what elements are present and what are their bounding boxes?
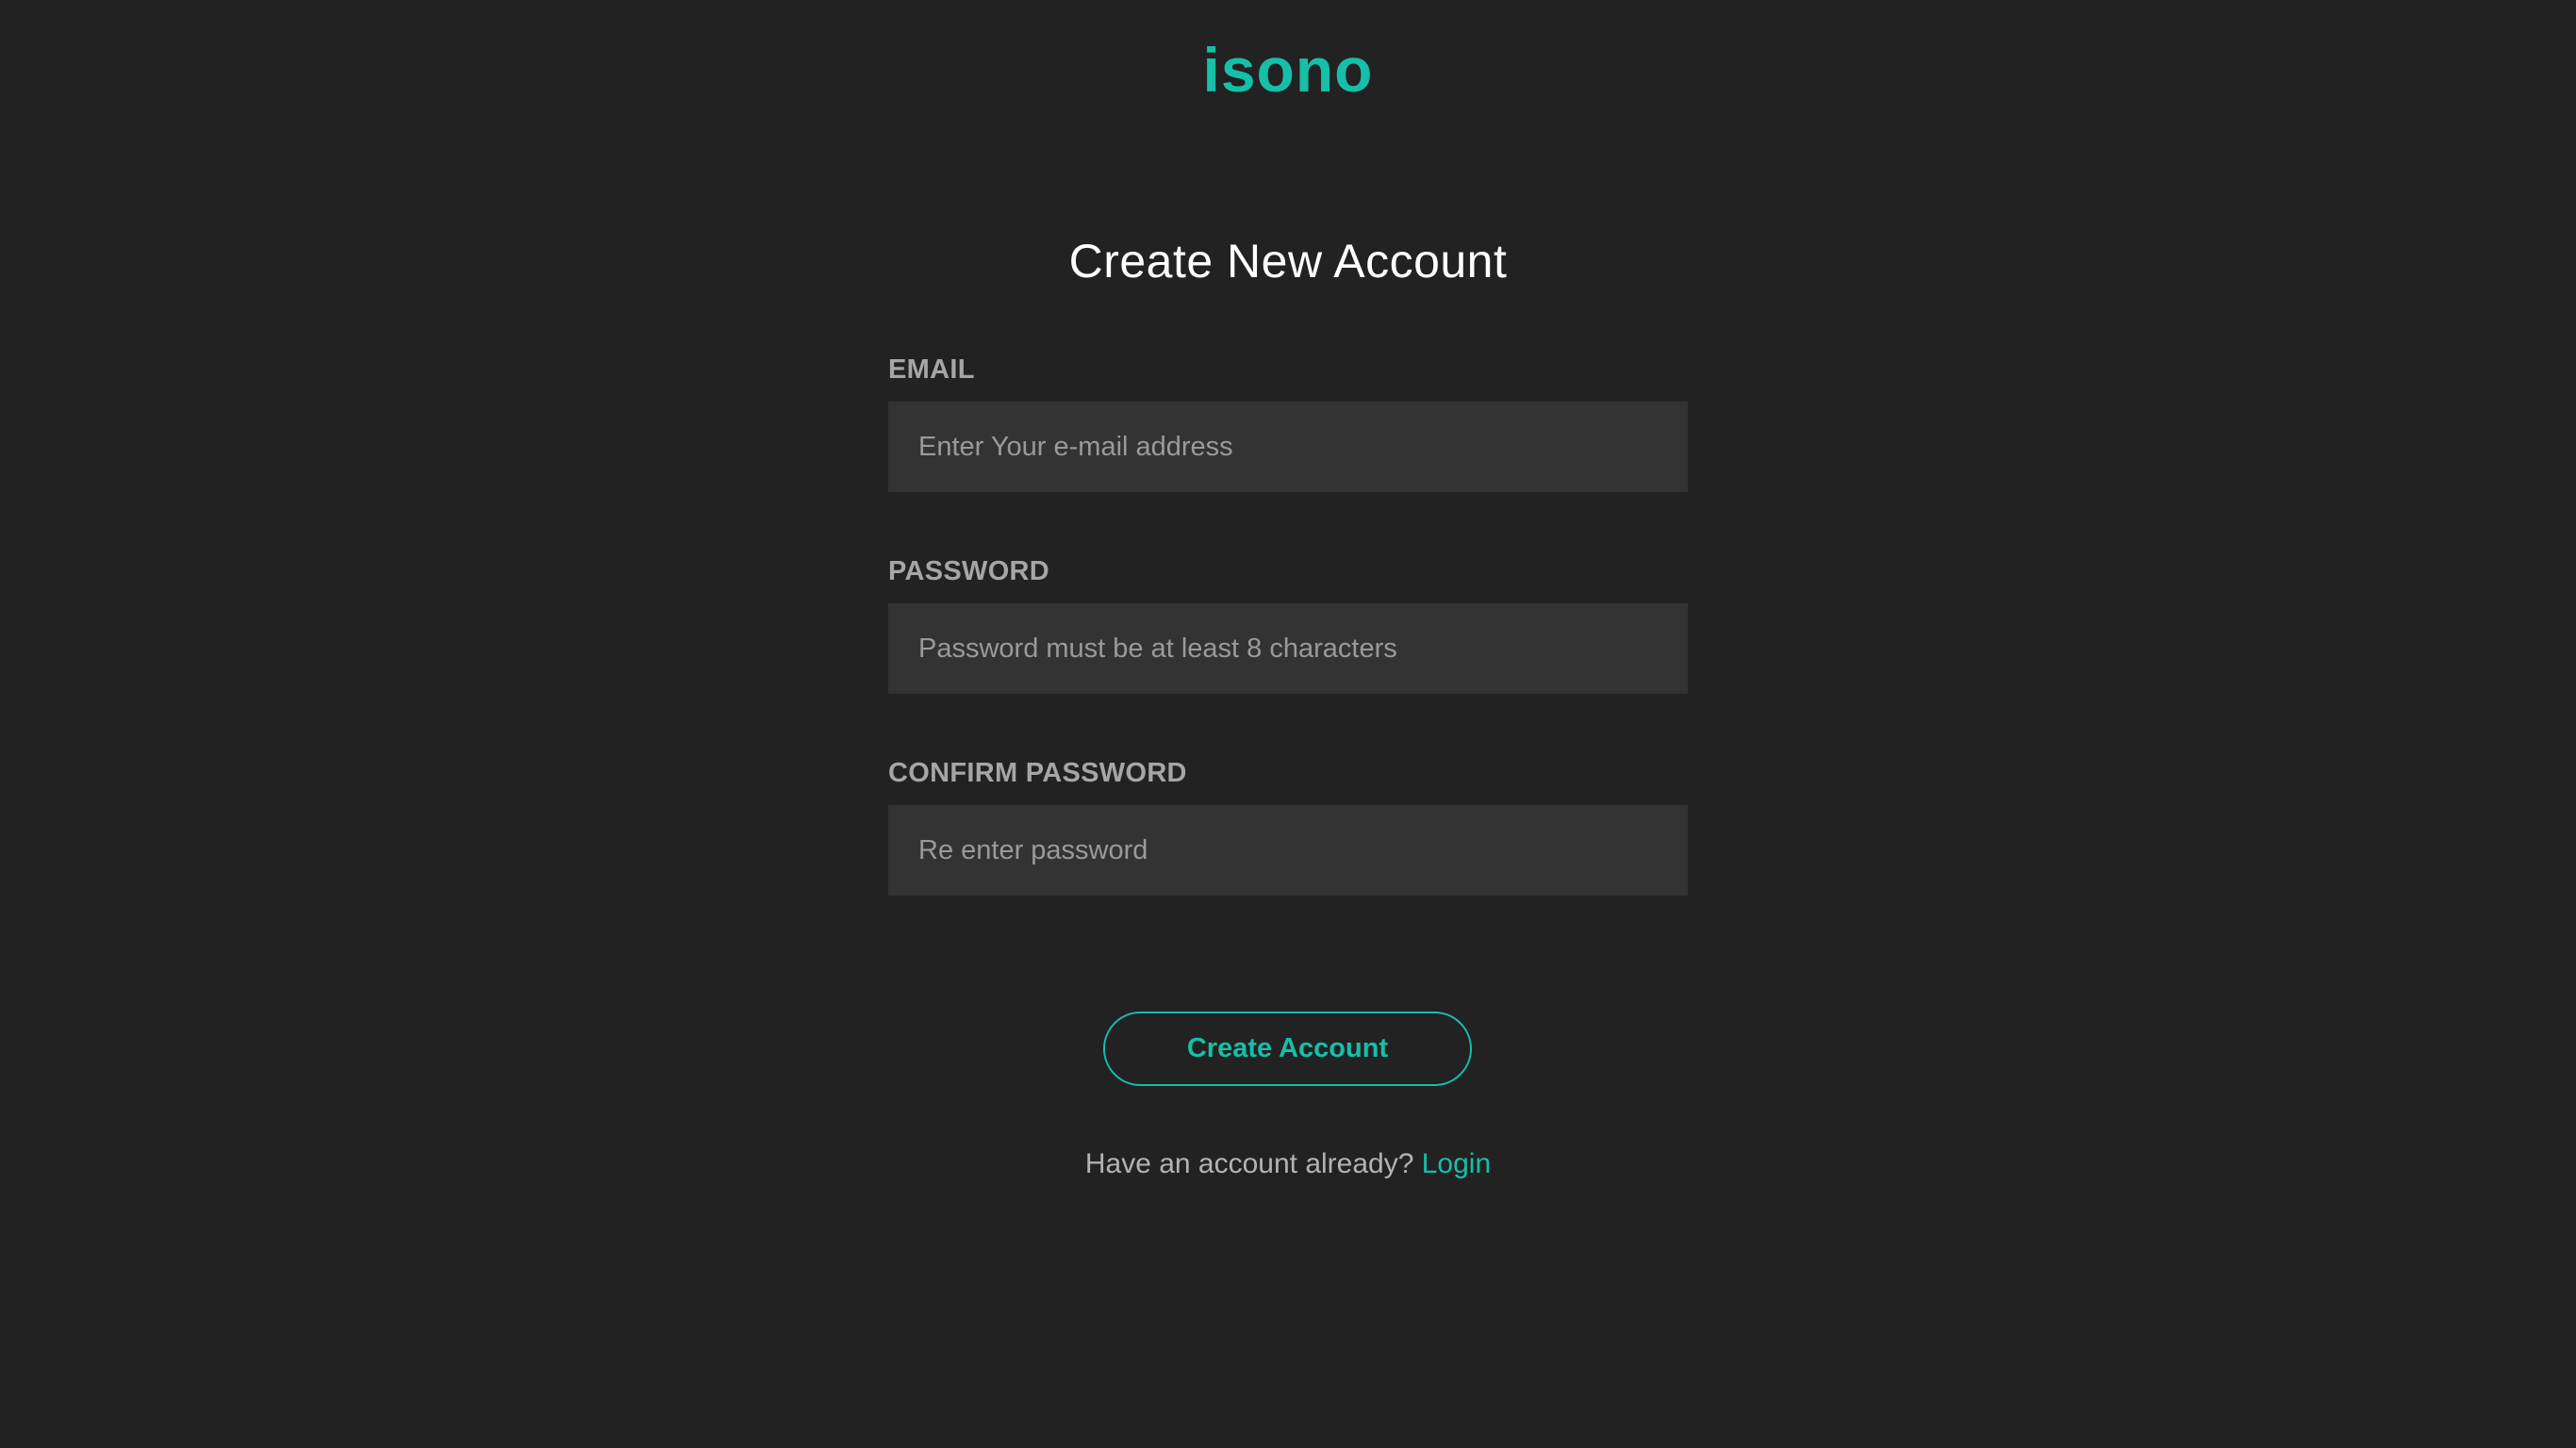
confirm-password-field[interactable] (888, 805, 1688, 896)
create-account-button[interactable]: Create Account (1103, 1012, 1472, 1086)
login-prompt-text: Have an account already? (1084, 1148, 1414, 1179)
login-prompt: Have an account already? Login (0, 1144, 2576, 1184)
create-account-page: isono Create New Account EMAIL PASSWORD … (0, 0, 2576, 1448)
email-label: EMAIL (888, 354, 975, 385)
password-field[interactable] (888, 603, 1688, 694)
email-field[interactable] (888, 402, 1688, 492)
page-title: Create New Account (1068, 235, 1508, 288)
confirm-password-label: CONFIRM PASSWORD (888, 758, 1187, 788)
isono-logo: isono (1202, 35, 1374, 105)
login-link[interactable]: Login (1422, 1148, 1491, 1179)
password-label: PASSWORD (888, 556, 1050, 586)
